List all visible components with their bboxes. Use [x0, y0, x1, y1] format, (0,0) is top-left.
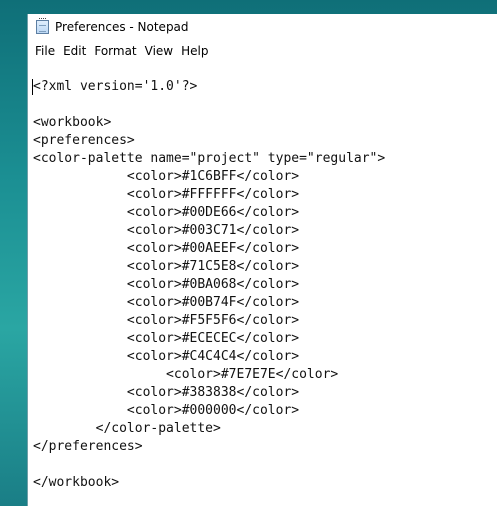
- menu-format[interactable]: Format: [93, 44, 143, 58]
- editor-line: <color>#00B74F</color>: [33, 295, 300, 310]
- menu-bar: File Edit Format View Help: [28, 40, 497, 62]
- editor-line: <color>#C4C4C4</color>: [33, 349, 300, 364]
- notepad-window: Preferences - Notepad File Edit Format V…: [28, 14, 497, 506]
- title-bar[interactable]: Preferences - Notepad: [28, 14, 497, 40]
- editor-line: </color-palette>: [33, 421, 221, 436]
- menu-file[interactable]: File: [34, 44, 62, 58]
- notepad-icon: [36, 18, 49, 34]
- editor-line: <color>#0BA068</color>: [33, 277, 300, 292]
- menu-edit[interactable]: Edit: [62, 44, 93, 58]
- editor-line: </preferences>: [33, 439, 143, 454]
- menu-view[interactable]: View: [144, 44, 180, 58]
- editor-line: <color>#003C71</color>: [33, 223, 300, 238]
- editor-line: <color>#7E7E7E</color>: [33, 367, 339, 382]
- editor-line: <?xml version='1.0'?>: [33, 79, 198, 94]
- editor-line: <color>#1C6BFF</color>: [33, 169, 300, 184]
- text-editor[interactable]: <?xml version='1.0'?> <workbook> <prefer…: [28, 62, 497, 506]
- editor-line: </workbook>: [33, 475, 120, 490]
- editor-line: <color>#FFFFFF</color>: [33, 187, 300, 202]
- editor-line: <color>#00AEEF</color>: [33, 241, 300, 256]
- editor-line: <color>#ECECEC</color>: [33, 331, 300, 346]
- editor-line: <color>#00DE66</color>: [33, 205, 300, 220]
- editor-line: <color>#383838</color>: [33, 385, 300, 400]
- editor-line: <color-palette name="project" type="regu…: [33, 151, 386, 166]
- menu-help[interactable]: Help: [180, 44, 215, 58]
- editor-line: <color>#71C5E8</color>: [33, 259, 300, 274]
- editor-line: <color>#000000</color>: [33, 403, 300, 418]
- editor-line: <preferences>: [33, 133, 135, 148]
- editor-line: <workbook>: [33, 115, 112, 130]
- editor-line: <color>#F5F5F6</color>: [33, 313, 300, 328]
- window-title: Preferences - Notepad: [55, 20, 189, 34]
